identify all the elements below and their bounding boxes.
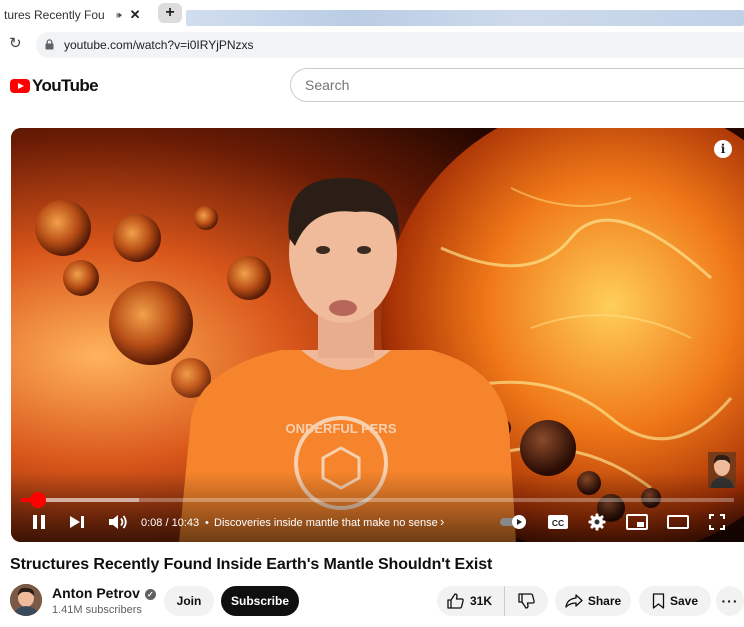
join-button[interactable]: Join [164, 586, 214, 616]
channel-avatar-image [10, 584, 42, 616]
thumbs-down-icon [517, 593, 535, 609]
search-input[interactable] [305, 77, 705, 93]
like-button[interactable]: 31K [437, 586, 505, 616]
share-label: Share [587, 594, 622, 608]
like-dislike-group: 31K [437, 586, 548, 616]
controls-gradient [11, 472, 744, 542]
avatar[interactable] [10, 584, 42, 616]
save-button[interactable]: Save [639, 586, 711, 616]
share-button[interactable]: Share [555, 586, 631, 616]
thumbs-up-icon [447, 593, 464, 609]
youtube-logo[interactable]: YouTube [10, 76, 99, 96]
captions-icon[interactable]: CC [547, 514, 569, 530]
scrubber-handle[interactable] [30, 492, 47, 508]
url-text: youtube.com/watch?v=i0IRYjPNzxs [64, 38, 254, 52]
video-player[interactable]: ONDERFUL PERS i 0:08 / 10:43 • Discoveri… [11, 128, 744, 542]
tab-title: tures Recently Fou [4, 8, 105, 22]
progress-bar[interactable] [21, 492, 734, 508]
fullscreen-icon[interactable] [709, 514, 725, 530]
miniplayer-icon[interactable] [626, 514, 648, 530]
new-tab-button[interactable]: + [158, 3, 182, 23]
channel-name-text: Anton Petrov [52, 585, 140, 601]
video-title: Structures Recently Found Inside Earth's… [10, 556, 493, 573]
channel-name[interactable]: Anton Petrov ✓ [52, 585, 156, 601]
chevron-right-icon[interactable]: › [440, 514, 444, 529]
subscribe-button[interactable]: Subscribe [221, 586, 299, 616]
youtube-play-logo-icon [10, 79, 30, 93]
address-bar[interactable]: youtube.com/watch?v=i0IRYjPNzxs [36, 32, 744, 58]
share-icon [565, 594, 583, 608]
more-icon[interactable]: ··· [716, 586, 744, 616]
background-window-strip [186, 10, 744, 26]
browser-tab[interactable]: tures Recently Fou 🕪 ✕ [0, 0, 152, 30]
dislike-button[interactable] [505, 586, 547, 616]
info-icon[interactable]: i [714, 140, 732, 158]
subscriber-count: 1.41M subscribers [52, 604, 142, 616]
chapter-title[interactable]: Discoveries inside mantle that make no s… [214, 517, 438, 529]
save-label: Save [669, 594, 699, 608]
time-display: 0:08 / 10:43 [141, 517, 200, 529]
verified-icon: ✓ [144, 589, 156, 600]
youtube-header: YouTube [0, 60, 744, 110]
volume-icon[interactable] [108, 514, 128, 530]
gear-icon[interactable] [588, 513, 606, 531]
youtube-logo-text: YouTube [32, 76, 99, 95]
speaker-icon[interactable]: 🕪 [116, 10, 122, 21]
svg-text:CC: CC [552, 518, 564, 528]
address-bar-row: ↻ youtube.com/watch?v=i0IRYjPNzxs [0, 30, 744, 60]
pause-icon[interactable] [31, 514, 47, 530]
save-icon [652, 593, 665, 609]
reload-icon[interactable]: ↻ [9, 36, 25, 52]
lock-icon[interactable] [45, 39, 54, 50]
browser-tab-strip: tures Recently Fou 🕪 ✕ + [0, 0, 744, 30]
close-icon[interactable]: ✕ [130, 7, 141, 23]
like-count: 31K [470, 594, 493, 608]
chapter-separator: • [205, 517, 209, 529]
shirt-print-text: ONDERFUL PERS [286, 421, 397, 436]
autoplay-toggle-icon[interactable] [499, 514, 529, 530]
next-icon[interactable] [69, 515, 85, 529]
search-box[interactable] [290, 68, 744, 102]
theater-icon[interactable] [667, 515, 689, 529]
